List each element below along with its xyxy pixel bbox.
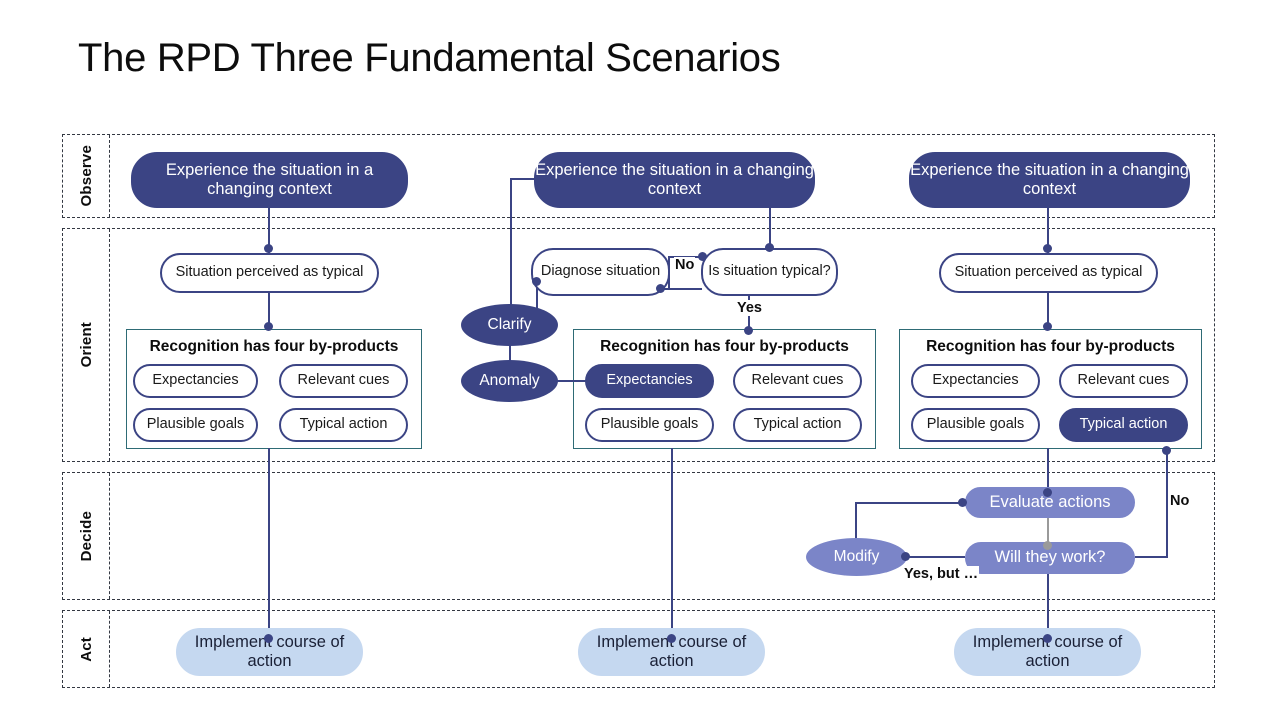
connector-dot bbox=[656, 284, 665, 293]
connector-c2-group-to-act bbox=[671, 448, 674, 644]
connector-c2-observe-to-clarify bbox=[510, 178, 513, 323]
connector-dot bbox=[667, 634, 676, 643]
node-typical-action-col1[interactable]: Typical action bbox=[279, 408, 408, 442]
node-experience-situation-col1[interactable]: Experience the situation in a changing c… bbox=[131, 152, 408, 208]
lane-divider bbox=[109, 473, 110, 599]
node-relevant-cues-col2[interactable]: Relevant cues bbox=[733, 364, 862, 398]
connector-dot bbox=[264, 322, 273, 331]
connector-dot bbox=[698, 252, 707, 261]
connector-dot-gray bbox=[1043, 541, 1052, 550]
edge-label-yes-col2: Yes bbox=[736, 300, 763, 316]
lane-divider bbox=[109, 229, 110, 461]
node-situation-perceived-typical-col3[interactable]: Situation perceived as typical bbox=[939, 253, 1158, 293]
lane-label-observe-text: Observe bbox=[77, 145, 95, 207]
lane-divider bbox=[109, 611, 110, 687]
node-is-situation-typical-col2[interactable]: Is situation typical? bbox=[701, 248, 838, 296]
node-experience-situation-col3[interactable]: Experience the situation in a changing c… bbox=[909, 152, 1190, 208]
connector-dot bbox=[1043, 634, 1052, 643]
lane-label-orient: Orient bbox=[63, 229, 109, 461]
lane-label-act: Act bbox=[63, 611, 109, 687]
connector-dot bbox=[1043, 322, 1052, 331]
node-plausible-goals-col1[interactable]: Plausible goals bbox=[133, 408, 258, 442]
node-relevant-cues-col1[interactable]: Relevant cues bbox=[279, 364, 408, 398]
connector-dot bbox=[1043, 488, 1052, 497]
edge-label-no-col2: No bbox=[674, 257, 696, 273]
connector-dot bbox=[264, 244, 273, 253]
connector-c3-modify-to-evaluate-horz bbox=[855, 502, 965, 505]
connector-c3-willwork-to-modify bbox=[905, 556, 965, 559]
node-experience-situation-col2[interactable]: Experience the situation in a changing c… bbox=[534, 152, 815, 208]
lane-label-act-text: Act bbox=[77, 636, 95, 662]
lane-label-decide-text: Decide bbox=[77, 510, 95, 562]
connector-c3-no-vert bbox=[1166, 450, 1169, 558]
connector-dot bbox=[958, 498, 967, 507]
node-plausible-goals-col2[interactable]: Plausible goals bbox=[585, 408, 714, 442]
connector-c3-group-to-evaluate bbox=[1047, 448, 1050, 492]
connector-dot bbox=[1043, 244, 1052, 253]
group-title-col1: Recognition has four by-products bbox=[149, 338, 399, 355]
connector-c1-group-to-act bbox=[268, 448, 271, 644]
node-expectancies-col1[interactable]: Expectancies bbox=[133, 364, 258, 398]
connector-c2-no-bottom bbox=[660, 288, 702, 291]
node-typical-action-col3[interactable]: Typical action bbox=[1059, 408, 1188, 442]
node-diagnose-situation-col2[interactable]: Diagnose situation bbox=[531, 248, 670, 296]
node-plausible-goals-col3[interactable]: Plausible goals bbox=[911, 408, 1040, 442]
node-expectancies-col2[interactable]: Expectancies bbox=[585, 364, 714, 398]
node-modify-col3[interactable]: Modify bbox=[806, 538, 907, 576]
connector-dot bbox=[532, 277, 541, 286]
lane-divider bbox=[109, 135, 110, 217]
lane-label-orient-text: Orient bbox=[77, 322, 95, 368]
connector-c3-no-horz bbox=[1135, 556, 1168, 559]
node-relevant-cues-col3[interactable]: Relevant cues bbox=[1059, 364, 1188, 398]
node-expectancies-col3[interactable]: Expectancies bbox=[911, 364, 1040, 398]
node-clarify-col2[interactable]: Clarify bbox=[461, 304, 558, 346]
group-title-col3: Recognition has four by-products bbox=[926, 338, 1175, 355]
node-anomaly-col2[interactable]: Anomaly bbox=[461, 360, 558, 402]
connector-dot bbox=[744, 326, 753, 335]
connector-dot bbox=[264, 634, 273, 643]
node-situation-perceived-typical-col1[interactable]: Situation perceived as typical bbox=[160, 253, 379, 293]
connector-dot bbox=[1162, 446, 1171, 455]
edge-label-yes-but-col3: Yes, but … bbox=[903, 566, 980, 582]
connector-dot bbox=[765, 243, 774, 252]
node-typical-action-col2[interactable]: Typical action bbox=[733, 408, 862, 442]
group-title-col2: Recognition has four by-products bbox=[600, 338, 849, 355]
page-title: The RPD Three Fundamental Scenarios bbox=[78, 36, 781, 80]
connector-dot bbox=[901, 552, 910, 561]
edge-label-no-col3: No bbox=[1169, 493, 1191, 509]
lane-label-observe: Observe bbox=[63, 135, 109, 217]
lane-label-decide: Decide bbox=[63, 473, 109, 599]
